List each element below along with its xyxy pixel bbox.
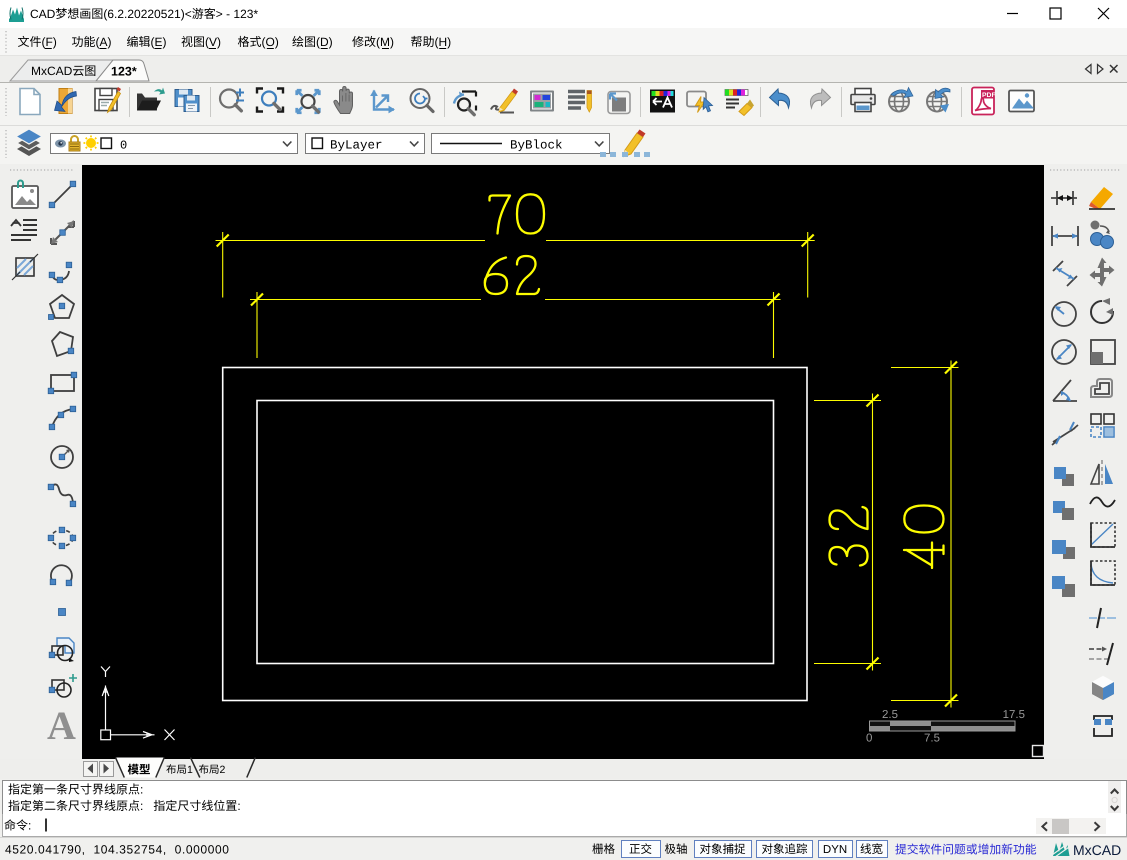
svg-text:A: A bbox=[47, 703, 76, 748]
svg-text:PDF: PDF bbox=[982, 92, 996, 99]
